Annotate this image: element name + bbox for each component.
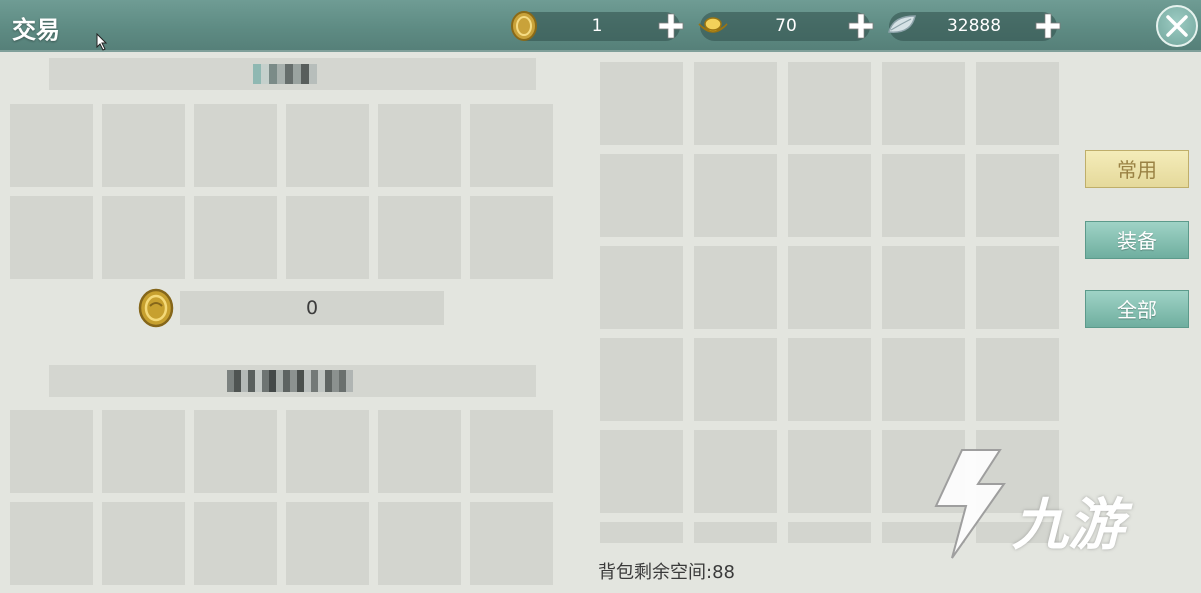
trade-slot[interactable] <box>286 196 369 279</box>
partner-trade-slot[interactable] <box>102 410 185 493</box>
trade-slot[interactable] <box>10 104 93 187</box>
bag-slot[interactable] <box>976 154 1059 237</box>
bag-slot[interactable] <box>882 62 965 145</box>
trade-slot[interactable] <box>102 104 185 187</box>
my-name-blurred <box>253 64 317 84</box>
tab-equipment[interactable]: 装备 <box>1085 221 1189 259</box>
trade-slot[interactable] <box>194 104 277 187</box>
bag-slot[interactable] <box>882 246 965 329</box>
bag-slot[interactable] <box>976 62 1059 145</box>
bag-slot[interactable] <box>694 246 777 329</box>
bag-slot[interactable] <box>600 338 683 421</box>
partner-trade-slot[interactable] <box>378 410 461 493</box>
trade-slot[interactable] <box>470 196 553 279</box>
bag-slot[interactable] <box>788 154 871 237</box>
bag-slot[interactable] <box>600 62 683 145</box>
site-logo-icon <box>934 449 1006 559</box>
partner-trade-slot[interactable] <box>102 502 185 585</box>
bag-slot[interactable] <box>600 430 683 513</box>
partner-trade-slot[interactable] <box>194 502 277 585</box>
copper-coin-counter: 1 <box>511 11 684 41</box>
partner-trade-slot[interactable] <box>378 502 461 585</box>
bag-slot[interactable] <box>788 430 871 513</box>
bag-slot[interactable] <box>882 338 965 421</box>
partner-name-bar <box>49 365 536 397</box>
bag-slot[interactable] <box>694 338 777 421</box>
close-icon <box>1166 15 1188 37</box>
bag-slot[interactable] <box>788 62 871 145</box>
add-gold-button[interactable] <box>846 11 876 41</box>
title-bar: 交易 1 70 32888 <box>0 0 1201 52</box>
gold-ingot-icon <box>698 17 728 33</box>
silver-counter: 32888 <box>888 12 1061 41</box>
close-button[interactable] <box>1156 5 1198 47</box>
bag-slot[interactable] <box>882 154 965 237</box>
partner-trade-slot[interactable] <box>194 410 277 493</box>
copper-coin-value: 1 <box>591 16 603 36</box>
tab-common[interactable]: 常用 <box>1085 150 1189 188</box>
add-silver-button[interactable] <box>1033 11 1063 41</box>
bag-slot[interactable] <box>694 522 777 543</box>
partner-trade-slot[interactable] <box>10 410 93 493</box>
copper-coin-icon <box>138 288 174 328</box>
partner-trade-slot[interactable] <box>286 410 369 493</box>
trade-slot[interactable] <box>102 196 185 279</box>
trade-slot[interactable] <box>470 104 553 187</box>
bag-slot[interactable] <box>600 154 683 237</box>
gold-ingot-counter: 70 <box>698 12 874 41</box>
trade-coin-input[interactable]: 0 <box>180 291 444 325</box>
bag-slot[interactable] <box>600 246 683 329</box>
trade-slot[interactable] <box>10 196 93 279</box>
bag-slot[interactable] <box>694 154 777 237</box>
bag-slot[interactable] <box>976 246 1059 329</box>
bag-space-remaining: 背包剩余空间:88 <box>598 562 735 583</box>
copper-coin-icon <box>511 11 537 41</box>
my-name-bar <box>49 58 536 90</box>
watermark-text: 九游 <box>1012 493 1124 558</box>
silver-value: 32888 <box>946 16 1002 36</box>
partner-trade-slot[interactable] <box>470 410 553 493</box>
bag-slot[interactable] <box>788 522 871 543</box>
partner-trade-slot[interactable] <box>286 502 369 585</box>
mouse-cursor-icon <box>96 33 108 51</box>
bag-slot[interactable] <box>694 430 777 513</box>
trade-slot[interactable] <box>378 196 461 279</box>
silver-leaf-icon <box>888 15 916 33</box>
bag-slot[interactable] <box>788 338 871 421</box>
bag-slot[interactable] <box>976 338 1059 421</box>
tab-all[interactable]: 全部 <box>1085 290 1189 328</box>
gold-ingot-value: 70 <box>775 16 797 36</box>
bag-slot[interactable] <box>694 62 777 145</box>
trade-slot[interactable] <box>194 196 277 279</box>
partner-trade-slot[interactable] <box>10 502 93 585</box>
partner-name-blurred <box>227 370 353 392</box>
bag-slot[interactable] <box>600 522 683 543</box>
trade-slot[interactable] <box>378 104 461 187</box>
window-title: 交易 <box>12 16 60 44</box>
partner-trade-slot[interactable] <box>470 502 553 585</box>
add-copper-button[interactable] <box>656 11 686 41</box>
trade-slot[interactable] <box>286 104 369 187</box>
bag-slot[interactable] <box>788 246 871 329</box>
